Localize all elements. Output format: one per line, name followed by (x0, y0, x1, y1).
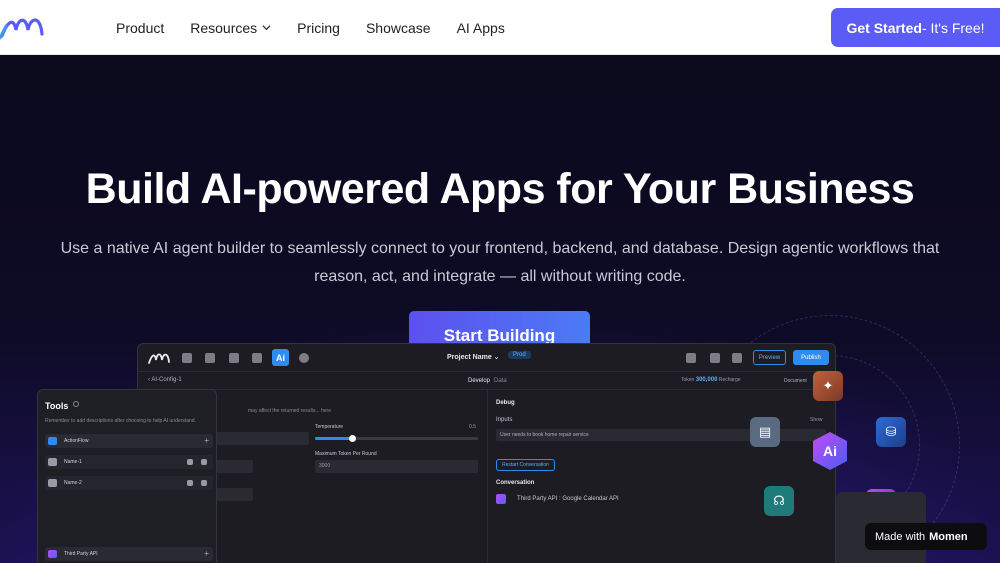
hero-subtitle: Use a native AI agent builder to seamles… (60, 240, 940, 285)
tab-data[interactable]: Data (494, 378, 507, 384)
comment-icon[interactable] (187, 459, 193, 465)
tool-row[interactable]: Name-2 (45, 476, 213, 490)
sparkle-icon: ✦ (813, 371, 843, 401)
add-icon[interactable]: + (204, 436, 209, 445)
debug-input-value: User needs to book home repair service (500, 432, 589, 438)
tool-row[interactable]: ActionFlow + (45, 434, 213, 448)
document-icon: ▤ (750, 417, 780, 447)
actionflow-icon (48, 437, 57, 445)
chevron-down-icon (262, 25, 271, 31)
top-navbar: Product Resources Pricing Showcase AI Ap… (0, 0, 1000, 55)
document-link[interactable]: Document (784, 378, 807, 384)
hero-title: Build AI-powered Apps for Your Business (85, 165, 915, 213)
database-search-icon: ⛁ (876, 417, 906, 447)
tab-develop[interactable]: Develop (468, 378, 490, 384)
max-tokens-input[interactable]: 3000 (315, 460, 478, 473)
nav-resources-label: Resources (190, 19, 258, 36)
temperature-value: 0.5 (469, 424, 476, 430)
nav-pricing[interactable]: Pricing (297, 20, 340, 36)
trash-icon[interactable] (201, 480, 207, 486)
tool-label: ActionFlow (64, 438, 89, 444)
nav-links: Product Resources Pricing Showcase AI Ap… (116, 0, 531, 55)
nav-product-label: Product (116, 19, 165, 36)
slider-knob[interactable] (349, 435, 357, 442)
users-icon[interactable] (686, 353, 696, 363)
tool-label: Third Party API (64, 551, 98, 557)
tool-label: Name-2 (64, 480, 82, 486)
cloud-icon[interactable] (732, 353, 742, 363)
node-icon (48, 479, 57, 487)
get-started-button[interactable]: Get Started - It's Free! (831, 8, 1000, 47)
app-logo-icon (148, 353, 170, 364)
tools-title: Tools (45, 401, 69, 411)
env-badge: Prod (508, 351, 531, 359)
tools-note: Remember to add descriptions after choos… (45, 418, 196, 424)
link-icon[interactable] (229, 353, 239, 363)
max-tokens-label: Maximum Token Per Round (315, 451, 377, 457)
comment-icon[interactable] (187, 480, 193, 486)
nav-showcase[interactable]: Showcase (366, 20, 431, 36)
publish-button[interactable]: Publish (793, 350, 829, 365)
pages-icon[interactable] (182, 353, 192, 363)
config-field-2[interactable] (213, 488, 253, 501)
app-toolbar: Ai Project Name ⌄ Prod Preview Publish (138, 344, 835, 372)
restart-conversation-button[interactable]: Restart Conversation (496, 459, 555, 471)
show-toggle[interactable]: Show (810, 417, 823, 423)
panel-divider (487, 390, 488, 563)
model-select[interactable] (213, 432, 309, 445)
temperature-slider[interactable] (315, 435, 478, 442)
breadcrumb[interactable]: ‹ AI-Config-1 (148, 377, 182, 383)
tool-row[interactable]: Third Party API + (45, 547, 213, 561)
third-party-text: Third Party API : Google Calendar API (517, 496, 619, 502)
api-icon (496, 494, 506, 504)
brand-label: Momen (929, 530, 968, 543)
momen-logo[interactable] (0, 12, 48, 42)
slider-fill (315, 437, 353, 440)
gear-icon[interactable] (299, 353, 309, 363)
nav-ai-apps-label: AI Apps (456, 19, 505, 36)
play-icon[interactable] (710, 353, 720, 363)
cta-suffix-label: - It's Free! (921, 19, 985, 36)
database-icon[interactable] (205, 353, 215, 363)
preview-button[interactable]: Preview (753, 350, 786, 365)
tool-label: Name-1 (64, 459, 82, 465)
ai-hex-icon: Ai (813, 432, 847, 470)
warning-text: may affect the returned results... here (248, 408, 332, 414)
token-value: 300,000 (695, 377, 718, 383)
api-icon (48, 550, 57, 558)
ai-tab-icon[interactable]: Ai (272, 349, 289, 366)
workflow-icon[interactable] (252, 353, 262, 363)
nav-ai-apps[interactable]: AI Apps (457, 20, 505, 36)
recharge-link[interactable]: Recharge (719, 377, 741, 383)
nav-showcase-label: Showcase (365, 19, 431, 36)
temperature-label: Temperature (315, 424, 344, 430)
nav-product[interactable]: Product (116, 20, 164, 36)
inputs-label: Inputs (496, 417, 513, 423)
nav-resources[interactable]: Resources (190, 20, 271, 36)
info-icon[interactable] (73, 401, 79, 407)
add-icon[interactable]: + (204, 549, 209, 558)
token-balance: Token 300,000 Recharge (681, 377, 741, 383)
tool-row[interactable]: Name-1 (45, 455, 213, 469)
node-icon (48, 458, 57, 466)
token-label: Token (681, 377, 695, 383)
debug-title: Debug (496, 400, 515, 406)
app-subbar: ‹ AI-Config-1 Develop Data Token 300,000… (138, 372, 835, 390)
app-builder-mockup: Ai Project Name ⌄ Prod Preview Publish ‹… (137, 343, 836, 563)
svg-text:Ai: Ai (823, 443, 837, 459)
nav-pricing-label: Pricing (297, 19, 340, 36)
made-with-label: Made with (875, 530, 926, 543)
project-name[interactable]: Project Name ⌄ (447, 353, 500, 361)
made-with-badge[interactable]: Made with Momen (865, 523, 987, 550)
tools-panel: Tools Remember to add descriptions after… (37, 389, 217, 563)
max-tokens-value: 3000 (319, 463, 331, 469)
support-icon: ☊ (764, 486, 794, 516)
cta-main-label: Get Started (846, 19, 922, 36)
trash-icon[interactable] (201, 459, 207, 465)
conversation-title: Conversation (496, 480, 535, 486)
config-field[interactable] (213, 460, 253, 473)
